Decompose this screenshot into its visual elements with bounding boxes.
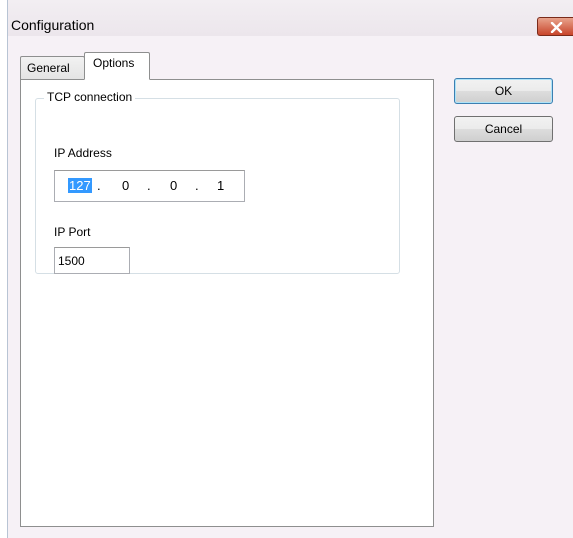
- tab-general[interactable]: General: [20, 56, 85, 79]
- tab-general-label: General: [27, 61, 70, 75]
- tab-options-label: Options: [93, 56, 135, 70]
- tcp-connection-group: TCP connection IP Address 127 . 0 . 0 . …: [35, 90, 400, 274]
- cancel-button-label: Cancel: [484, 122, 523, 136]
- ip-address-field[interactable]: 127 . 0 . 0 . 1: [54, 170, 245, 202]
- ip-port-field[interactable]: 1500: [54, 247, 130, 274]
- ok-button-label: OK: [494, 84, 513, 98]
- ip-address-label: IP Address: [54, 146, 112, 160]
- ip-separator: .: [195, 178, 199, 193]
- ip-port-value: 1500: [58, 254, 85, 268]
- ip-octet-4[interactable]: 1: [217, 178, 224, 193]
- cancel-button[interactable]: Cancel: [454, 116, 553, 142]
- ip-octet-3[interactable]: 0: [170, 178, 177, 193]
- ip-port-label: IP Port: [54, 225, 91, 239]
- ip-separator: .: [97, 178, 101, 193]
- ok-button[interactable]: OK: [454, 78, 553, 104]
- options-tab-panel: TCP connection IP Address 127 . 0 . 0 . …: [20, 79, 434, 527]
- tcp-connection-legend: TCP connection: [44, 90, 136, 104]
- ip-octet-2[interactable]: 0: [122, 178, 129, 193]
- close-button[interactable]: [537, 17, 573, 36]
- window-title: Configuration: [11, 17, 95, 33]
- title-bar[interactable]: Configuration: [8, 0, 573, 36]
- configuration-dialog: Configuration General Options TCP connec…: [7, 0, 573, 538]
- tab-options[interactable]: Options: [84, 52, 150, 80]
- ip-separator: .: [147, 178, 151, 193]
- close-icon: [550, 22, 563, 33]
- ip-octet-1[interactable]: 127: [68, 178, 92, 193]
